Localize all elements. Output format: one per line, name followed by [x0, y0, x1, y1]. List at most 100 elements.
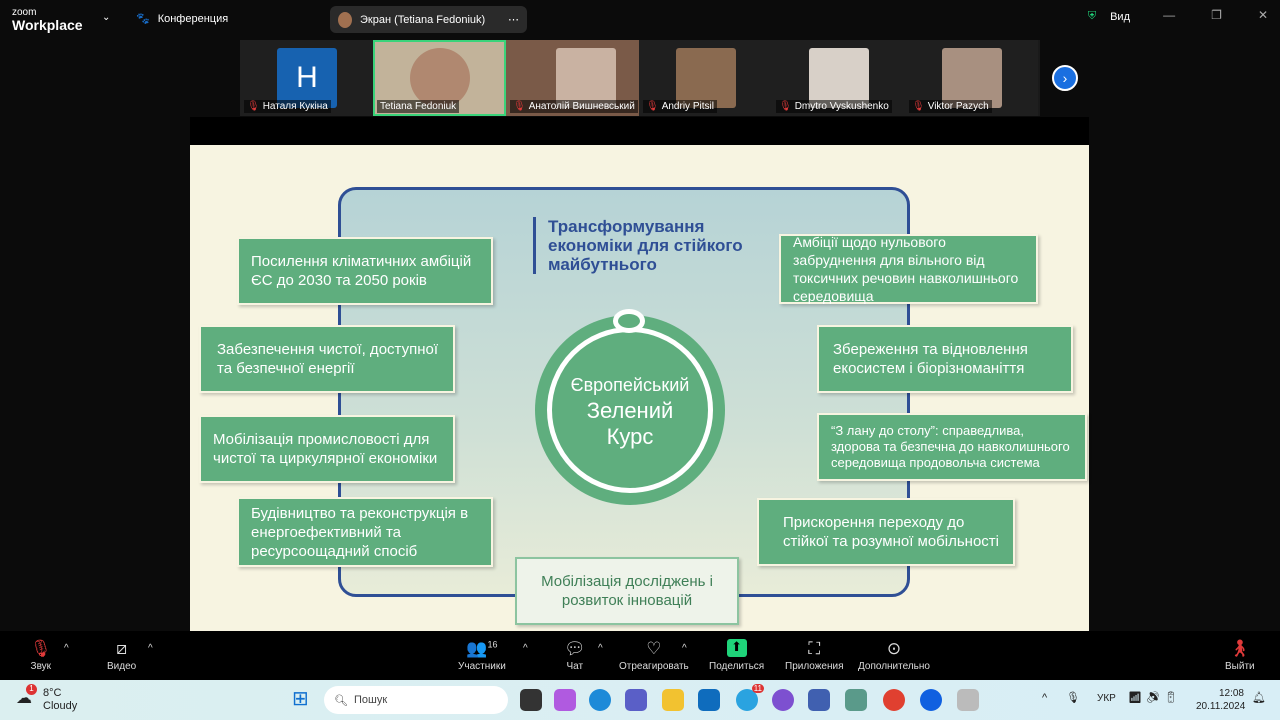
center-line: Курс [606, 423, 654, 449]
restore-icon[interactable]: ❐ [1211, 8, 1222, 22]
avatar [338, 11, 352, 28]
search-icon: 🔍︎ [334, 694, 348, 707]
shared-slide: Трансформування економіки для стійкого м… [190, 145, 1089, 631]
more-icon: ⊙ [886, 639, 902, 658]
participant-tile[interactable]: 🎙︎ Viktor Pazych [905, 40, 1038, 116]
slide-box: Амбіції щодо нульового забруднення для в… [779, 234, 1038, 304]
participant-name: Анатолій Вишневський [528, 101, 635, 112]
share-button[interactable]: ⬆ Поделиться [709, 639, 764, 672]
teams-icon[interactable] [625, 689, 647, 711]
participants-button[interactable]: 👥16 Участники [458, 639, 506, 672]
close-icon[interactable]: ✕ [1258, 8, 1268, 22]
paw-icon: 🐾 [136, 13, 150, 25]
language-indicator[interactable]: УКР [1097, 693, 1116, 704]
mic-muted-icon: 🎙︎ [779, 101, 792, 112]
react-chevron[interactable]: ^ [682, 643, 687, 654]
meeting-info-button[interactable]: 🐾 Конференция [136, 12, 229, 26]
participant-tile[interactable]: 🎙︎ Andriy Pitsil [639, 40, 772, 116]
snipping-tool-icon[interactable] [957, 689, 979, 711]
slide-box: Збереження та відновлення екосистем і бі… [817, 325, 1073, 393]
meeting-label: Конференция [157, 12, 229, 25]
app-icon[interactable] [808, 689, 830, 711]
participant-name: Наталя Кукіна [262, 101, 328, 112]
telegram-badge: 11 [751, 684, 764, 693]
chat-icon: 💬︎ [564, 639, 586, 658]
participant-tile[interactable]: Tetiana Fedoniuk [373, 40, 506, 116]
date: 20.11.2024 [1196, 701, 1246, 712]
chrome-icon[interactable] [883, 689, 905, 711]
weather-icon[interactable]: ☁ 1 [16, 684, 37, 708]
participants-label: Участники [458, 661, 506, 672]
participant-tile[interactable]: H 🎙︎ Наталя Кукіна [240, 40, 373, 116]
react-button[interactable]: ♡ Отреагировать [619, 639, 689, 672]
task-view-icon[interactable] [520, 689, 542, 711]
chat-chevron[interactable]: ^ [598, 643, 603, 654]
logo-big: Workplace [12, 17, 83, 33]
audio-button[interactable]: 🎙︎ Звук [30, 639, 52, 672]
react-label: Отреагировать [619, 661, 689, 672]
leave-button[interactable]: 🚶︎ Выйти [1225, 639, 1255, 672]
edge-icon[interactable] [589, 689, 611, 711]
weather-text: Cloudy [43, 700, 78, 712]
chat-button[interactable]: 💬︎ Чат [564, 639, 586, 672]
slide-box: Мобілізація досліджень і розвиток іннова… [515, 557, 739, 625]
file-explorer-icon[interactable] [662, 689, 684, 711]
center-line: Зелений [586, 397, 674, 423]
participant-tile[interactable]: 🎙︎ Анатолій Вишневський [506, 40, 639, 116]
apps-button[interactable]: ⛶ Приложения [785, 639, 844, 672]
share-label: Поделиться [709, 661, 765, 672]
slide-box: Забезпечення чистої, доступної та безпеч… [199, 325, 455, 393]
zoom-icon[interactable] [920, 689, 942, 711]
slide-box: Будівництво та реконструкція в енергоефе… [237, 497, 493, 567]
video-options-chevron[interactable]: ^ [148, 643, 153, 654]
temperature: 8°C [43, 687, 62, 699]
video-button[interactable]: ⧄ Видео [107, 639, 136, 672]
green-deal-circle: Європейський Зелений Курс [535, 309, 725, 505]
participant-strip: H 🎙︎ Наталя Кукіна Tetiana Fedoniuk 🎙︎ Анат… [240, 40, 1040, 116]
video-feed [676, 48, 736, 108]
video-label: Видео [107, 661, 137, 672]
copilot-icon[interactable] [554, 689, 576, 711]
chevron-down-icon[interactable]: ⌄ [102, 12, 110, 23]
participants-chevron[interactable]: ^ [523, 643, 528, 654]
share-arrow-icon: ⬆ [726, 639, 747, 657]
network-volume-battery-icons[interactable]: 📶︎🔊︎🔋︎ [1128, 691, 1182, 704]
mic-icon[interactable]: 🎙︎ [1066, 691, 1080, 704]
meeting-toolbar: 🎙︎ Звук ^ ⧄ Видео ^ 👥16 Участники ^ 💬︎ Чат ^… [0, 631, 1280, 680]
more-icon[interactable]: ⋯ [508, 13, 519, 26]
audio-options-chevron[interactable]: ^ [64, 643, 69, 654]
video-feed [809, 48, 869, 108]
clock[interactable]: 12:08 20.11.2024 [1196, 687, 1246, 713]
slide-box: Прискорення переходу до стійкої та розум… [757, 498, 1015, 566]
chatgpt-icon[interactable] [845, 689, 867, 711]
mic-muted-icon: 🎙︎ [646, 101, 659, 112]
notifications-icon[interactable]: 🔔︎ [1252, 691, 1266, 704]
slide-box: “З лану до столу”: справедлива, здорова … [817, 413, 1087, 481]
tray-chevron-icon[interactable]: ^ [1042, 692, 1047, 704]
telegram-icon[interactable]: 11 [736, 684, 764, 711]
windows-start-icon[interactable]: ⊞ [292, 689, 309, 709]
slide-title: Трансформування економіки для стійкого м… [533, 217, 763, 274]
participant-tile[interactable]: 🎙︎ Dmytro Vyskushenko [772, 40, 905, 116]
viber-icon[interactable] [772, 689, 794, 711]
view-button[interactable]: Вид [1110, 11, 1130, 23]
outlook-icon[interactable] [698, 689, 720, 711]
time: 12:08 [1218, 688, 1244, 699]
screen-share-indicator[interactable]: Экран (Tetiana Fedoniuk) ⋯ [330, 6, 527, 33]
share-top-bar [190, 117, 1089, 145]
mic-muted-icon: 🎙︎ [30, 639, 52, 658]
participant-name: Andriy Pitsil [661, 101, 714, 112]
taskbar-search[interactable]: 🔍︎ Пошук [324, 686, 508, 714]
video-feed [410, 48, 470, 108]
slide-box: Мобілізація промисловості для чистої та … [199, 415, 455, 483]
weather-badge: 1 [26, 684, 37, 695]
center-line: Європейський [570, 374, 690, 395]
minimize-icon[interactable]: — [1163, 8, 1175, 22]
next-page-button[interactable]: › [1052, 65, 1078, 91]
participants-count: 16 [487, 639, 498, 650]
more-button[interactable]: ⊙ Дополнительно [858, 639, 930, 672]
apps-icon: ⛶ [808, 639, 821, 658]
participants-icon: 👥16 [466, 639, 498, 658]
mic-muted-icon: 🎙︎ [513, 101, 526, 112]
shield-icon[interactable]: ⛨ [1088, 10, 1096, 23]
